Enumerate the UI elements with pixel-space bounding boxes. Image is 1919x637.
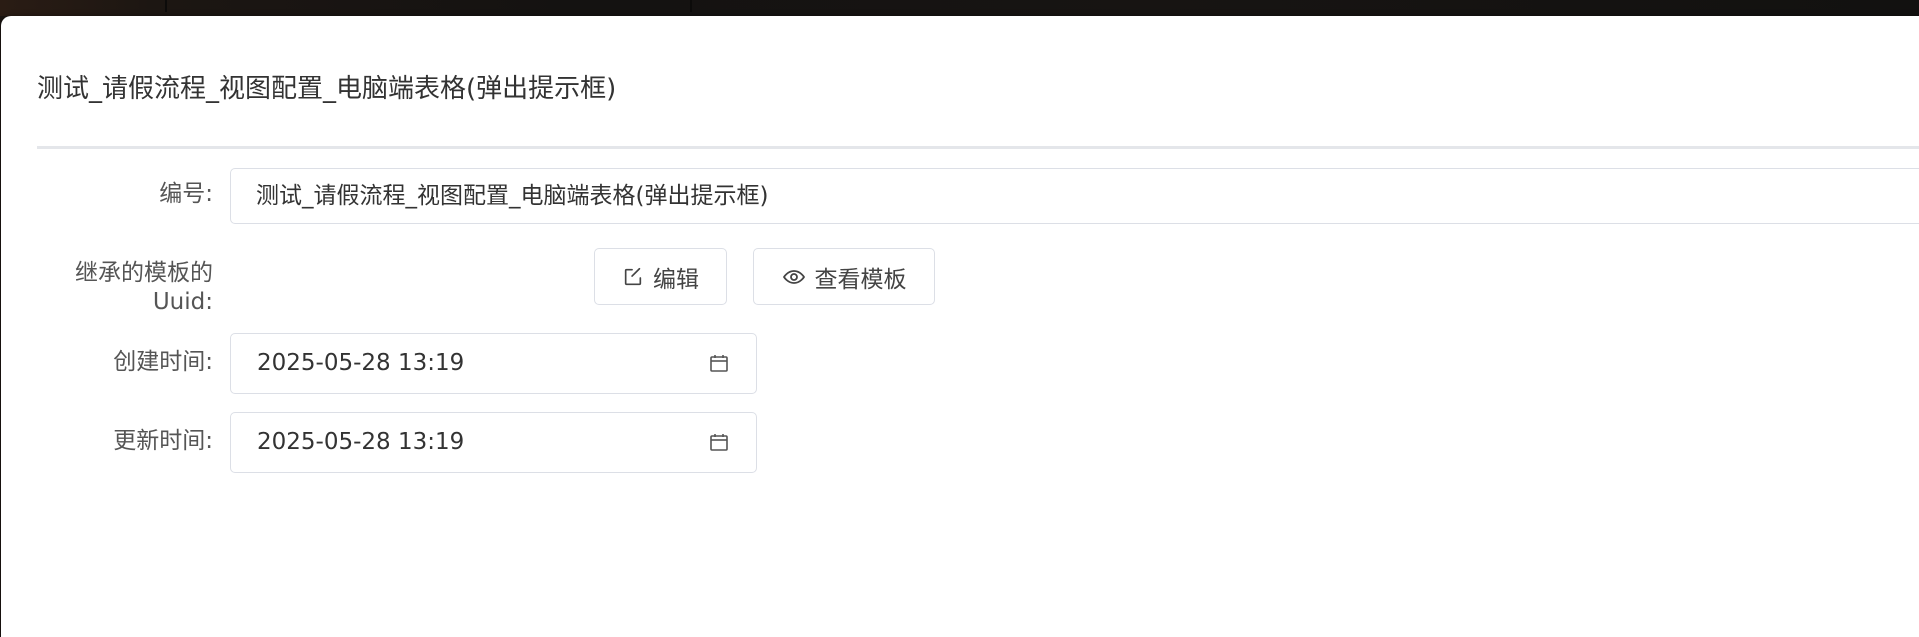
created-time-picker[interactable]: 2025-05-28 13:19 (230, 333, 757, 394)
created-time-value: 2025-05-28 13:19 (257, 350, 465, 376)
updated-time-label: 更新时间: (113, 428, 213, 454)
modal-title: 测试_请假流程_视图配置_电脑端表格(弹出提示框) (37, 74, 617, 104)
number-label: 编号: (159, 181, 213, 207)
modal-dialog: 测试_请假流程_视图配置_电脑端表格(弹出提示框) 编号: 测试_请假流程_视图… (1, 16, 1919, 637)
view-template-button[interactable]: 查看模板 (753, 248, 935, 305)
eye-icon (782, 265, 806, 289)
view-template-button-label: 查看模板 (814, 266, 907, 293)
number-input[interactable]: 测试_请假流程_视图配置_电脑端表格(弹出提示框) (230, 168, 1919, 224)
template-uuid-label: 继承的模板的Uuid: (75, 260, 213, 315)
title-divider (37, 146, 1919, 149)
updated-time-value: 2025-05-28 13:19 (257, 429, 465, 455)
edit-icon (622, 266, 644, 288)
app-backdrop (0, 0, 1919, 16)
edit-button[interactable]: 编辑 (594, 248, 727, 305)
backdrop-divider (165, 0, 167, 12)
updated-time-picker[interactable]: 2025-05-28 13:19 (230, 412, 757, 473)
backdrop-divider (690, 0, 692, 12)
edit-button-label: 编辑 (653, 266, 699, 293)
calendar-icon[interactable] (709, 353, 729, 373)
calendar-icon[interactable] (709, 432, 729, 452)
created-time-label: 创建时间: (113, 349, 213, 375)
